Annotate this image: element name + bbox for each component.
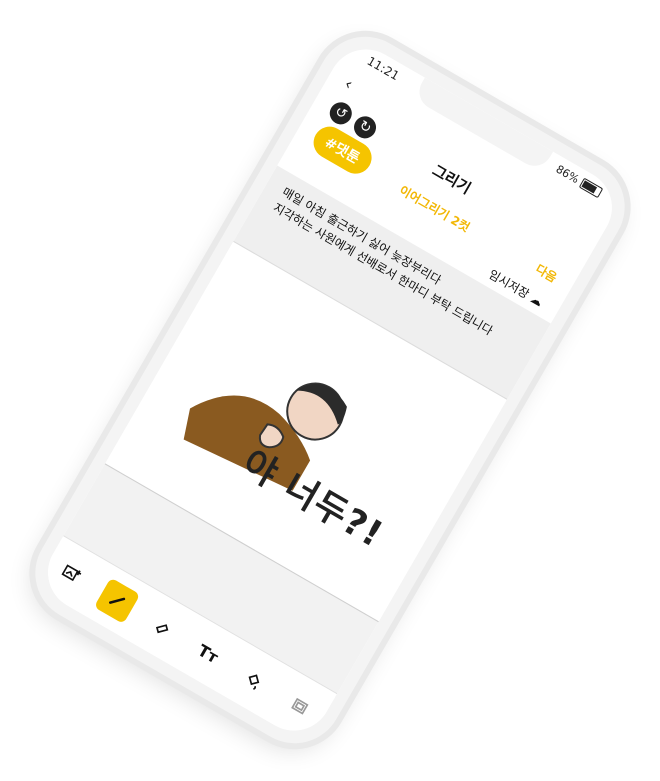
status-battery: 86%: [554, 163, 604, 199]
status-time: 11:21: [364, 53, 402, 84]
text-tool[interactable]: Tт: [185, 630, 231, 676]
phone-mockup: 11:21 86% ‹ ↺ ↻ 그리기 #댓툰 이어그리기 2컷 다음 임시저장…: [17, 19, 643, 761]
back-button[interactable]: ‹: [341, 74, 356, 94]
image-add-tool[interactable]: [48, 551, 94, 597]
app-screen: 11:21 86% ‹ ↺ ↻ 그리기 #댓툰 이어그리기 2컷 다음 임시저장…: [34, 35, 626, 745]
layers-icon: [290, 697, 309, 715]
cloud-upload-icon: ☁: [527, 291, 546, 310]
eraser-icon: [155, 624, 169, 634]
text-tool-label: Tт: [194, 640, 222, 667]
stage: 11:21 86% ‹ ↺ ↻ 그리기 #댓툰 이어그리기 2컷 다음 임시저장…: [0, 0, 660, 781]
chevron-left-icon: ‹: [341, 74, 357, 94]
image-add-icon: [61, 564, 82, 582]
battery-icon: [578, 177, 604, 199]
layers-tool[interactable]: [276, 683, 322, 729]
eraser-tool[interactable]: [139, 604, 185, 650]
pen-icon: [108, 597, 126, 604]
battery-percent: 86%: [553, 162, 582, 187]
paint-bucket-icon: [248, 674, 260, 690]
pen-tool[interactable]: [93, 577, 141, 624]
fill-tool[interactable]: [231, 657, 277, 703]
